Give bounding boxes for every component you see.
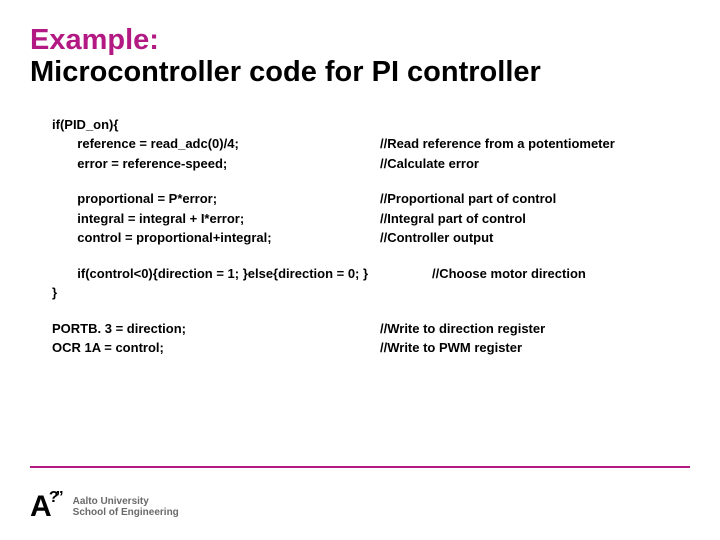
logo-marks: ?”	[49, 489, 61, 507]
code-comment: //Controller output	[380, 228, 690, 248]
code-stmt: error = reference-speed;	[52, 154, 380, 174]
code-row: }	[52, 283, 690, 303]
code-comment: //Choose motor direction	[432, 264, 690, 284]
code-row: if(control<0){direction = 1; }else{direc…	[52, 264, 690, 284]
code-row: if(PID_on){	[52, 115, 690, 135]
code-stmt: PORTB. 3 = direction;	[52, 319, 380, 339]
code-row: PORTB. 3 = direction; //Write to directi…	[52, 319, 690, 339]
code-block: if(PID_on){ reference = read_adc(0)/4; /…	[30, 115, 690, 358]
code-comment	[380, 283, 690, 303]
title-block: Example: Microcontroller code for PI con…	[30, 24, 690, 89]
code-stmt: reference = read_adc(0)/4;	[52, 134, 380, 154]
logo-text: Aalto University School of Engineering	[73, 496, 179, 519]
code-stmt: control = proportional+integral;	[52, 228, 380, 248]
title-line-2: Microcontroller code for PI controller	[30, 56, 690, 88]
logo-line-1: Aalto University	[73, 496, 179, 508]
code-comment: //Write to direction register	[380, 319, 690, 339]
code-row: error = reference-speed; //Calculate err…	[52, 154, 690, 174]
code-comment: //Read reference from a potentiometer	[380, 134, 690, 154]
code-stmt: proportional = P*error;	[52, 189, 380, 209]
title-line-1: Example:	[30, 24, 690, 56]
code-stmt: integral = integral + I*error;	[52, 209, 380, 229]
code-comment: //Proportional part of control	[380, 189, 690, 209]
code-stmt: if(PID_on){	[52, 115, 380, 135]
code-row: OCR 1A = control; //Write to PWM registe…	[52, 338, 690, 358]
code-comment: //Calculate error	[380, 154, 690, 174]
logo: A?” Aalto University School of Engineeri…	[30, 490, 179, 524]
code-stmt: if(control<0){direction = 1; }else{direc…	[52, 264, 432, 284]
logo-letter: A	[30, 490, 51, 523]
logo-mark-icon: A?”	[30, 490, 51, 524]
divider	[30, 466, 690, 468]
code-row: reference = read_adc(0)/4; //Read refere…	[52, 134, 690, 154]
logo-line-2: School of Engineering	[73, 507, 179, 519]
code-comment: //Integral part of control	[380, 209, 690, 229]
code-comment	[380, 115, 690, 135]
code-row: proportional = P*error; //Proportional p…	[52, 189, 690, 209]
slide: Example: Microcontroller code for PI con…	[0, 0, 720, 540]
code-comment: //Write to PWM register	[380, 338, 690, 358]
code-row: integral = integral + I*error; //Integra…	[52, 209, 690, 229]
code-row: control = proportional+integral; //Contr…	[52, 228, 690, 248]
code-stmt: OCR 1A = control;	[52, 338, 380, 358]
code-stmt: }	[52, 283, 380, 303]
